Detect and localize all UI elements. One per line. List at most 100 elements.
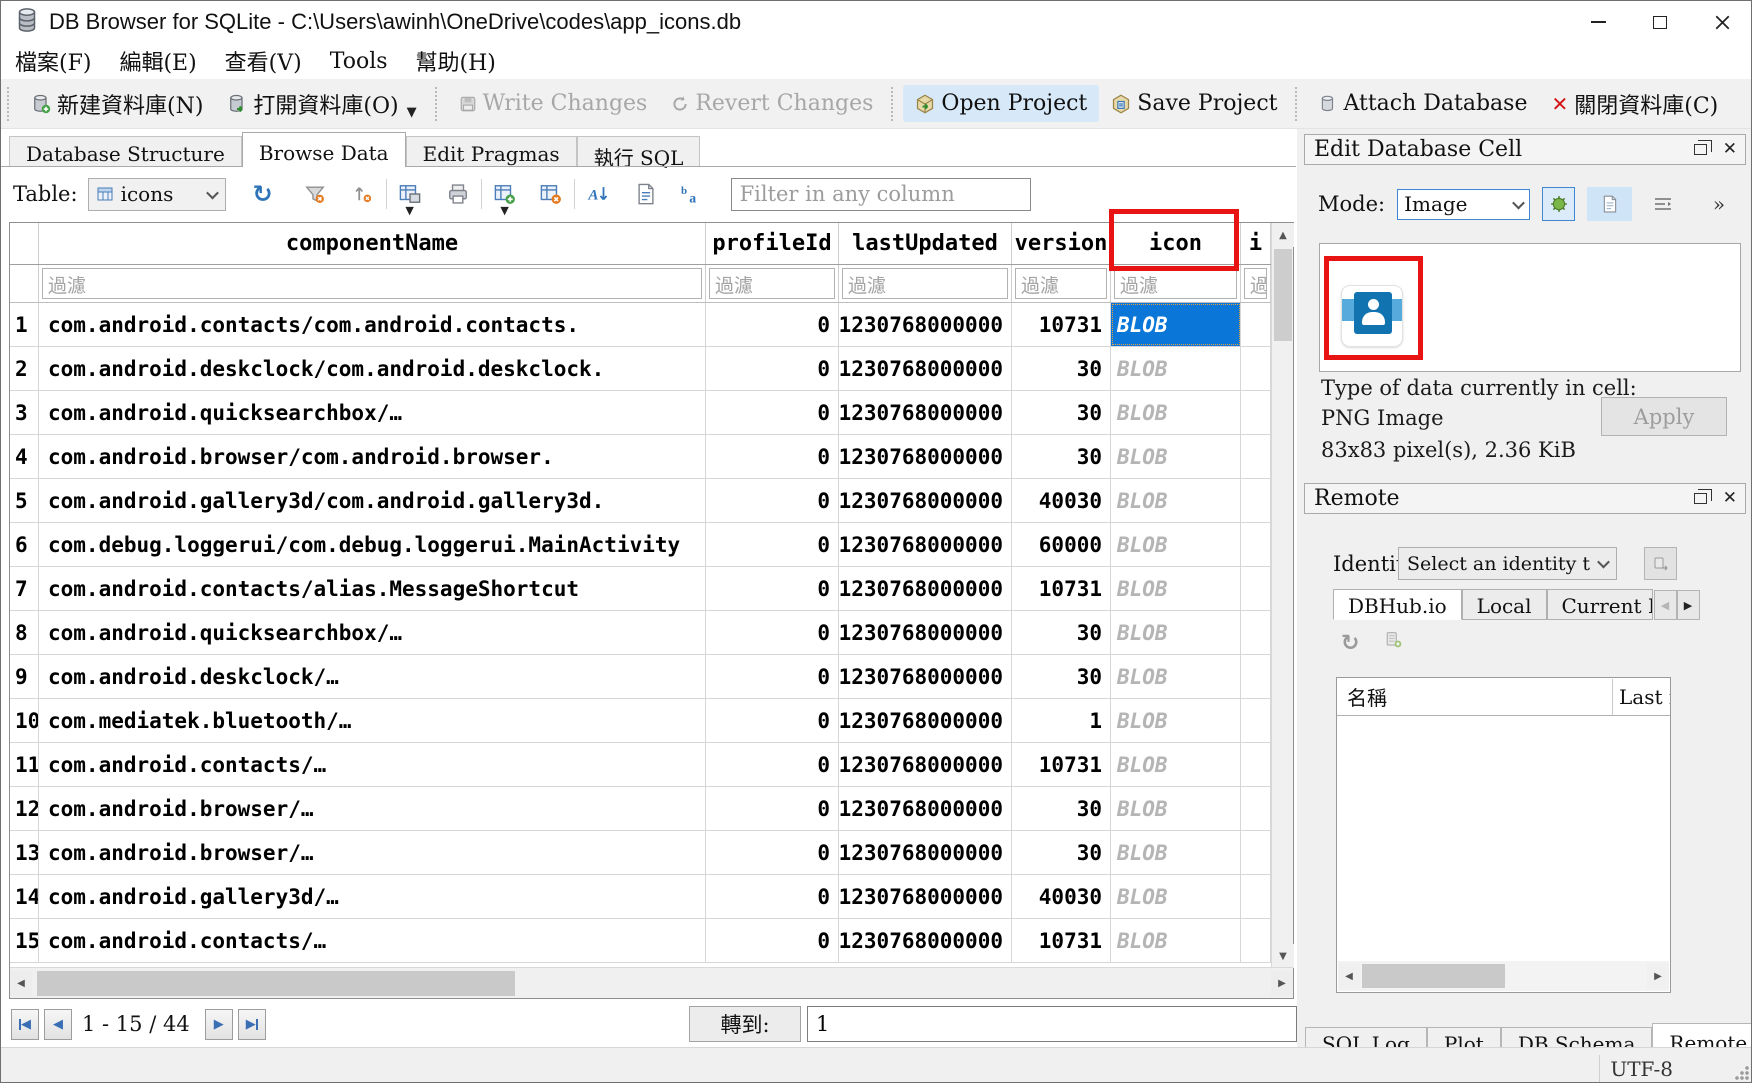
goto-button[interactable]: 轉到: [689,1006,801,1042]
cell-clipped[interactable] [1241,655,1271,698]
text-mode-button[interactable] [1587,187,1632,221]
cell-profileId[interactable]: 0 [706,347,839,390]
column-header-lastUpdated[interactable]: lastUpdated [839,223,1012,264]
clear-sorting-button[interactable] [348,179,378,209]
cell-clipped[interactable] [1241,875,1271,918]
cell-componentName[interactable]: com.debug.loggerui/com.debug.loggerui.Ma… [39,523,706,566]
maximize-button[interactable] [1629,1,1691,43]
cell-componentName[interactable]: com.android.contacts/… [39,919,706,962]
add-database-icon[interactable] [1385,631,1403,649]
cell-clipped[interactable] [1241,435,1271,478]
scroll-left-icon[interactable]: ◀ [10,971,32,996]
overflow-menu-button[interactable]: » [1706,187,1732,221]
cell-icon-blob[interactable]: BLOB [1111,611,1241,654]
cell-lastUpdated[interactable]: 1230768000000 [839,831,1012,874]
resize-grip[interactable] [1735,1066,1749,1080]
column-header-i[interactable]: i [1241,223,1271,264]
edit-cell-doc-button[interactable] [631,179,661,209]
open-project-button[interactable]: Open Project [903,85,1099,122]
cell-profileId[interactable]: 0 [706,523,839,566]
cell-componentName[interactable]: com.android.contacts/com.android.contact… [39,303,706,346]
refresh-button[interactable]: ↻ [248,179,278,209]
insert-record-button[interactable]: ▼ [490,179,520,209]
cell-version[interactable]: 10731 [1012,567,1111,610]
cell-profileId[interactable]: 0 [706,875,839,918]
cell-icon-blob[interactable]: BLOB [1111,699,1241,742]
cell-componentName[interactable]: com.android.browser/com.android.browser. [39,435,706,478]
encoding-indicator[interactable]: UTF-8 [1599,1055,1683,1083]
cell-icon-blob[interactable]: BLOB [1111,743,1241,786]
mode-select[interactable]: Image [1397,189,1530,220]
tab-scroll-right-button[interactable]: ▶ [1677,590,1700,620]
open-database-button[interactable]: 打開資料庫(O) ▼ [215,82,428,126]
cell-componentName[interactable]: com.mediatek.bluetooth/… [39,699,706,742]
horizontal-scrollbar[interactable]: ◀ ▶ [10,967,1293,998]
goto-record-input[interactable] [807,1006,1297,1042]
save-table-dropdown-icon[interactable]: ▼ [405,204,413,217]
cell-icon-blob[interactable]: BLOB [1111,391,1241,434]
cell-clipped[interactable] [1241,567,1271,610]
cell-profileId[interactable]: 0 [706,787,839,830]
menu-item-e[interactable]: 編輯(E) [105,43,210,79]
save-table-button[interactable]: ▼ [395,179,425,209]
scroll-up-icon[interactable]: ▲ [1272,223,1294,247]
cell-version[interactable]: 30 [1012,831,1111,874]
cell-lastUpdated[interactable]: 1230768000000 [839,523,1012,566]
cell-lastUpdated[interactable]: 1230768000000 [839,875,1012,918]
remote-horizontal-scrollbar[interactable]: ◀ ▶ [1338,961,1669,991]
cell-componentName[interactable]: com.android.contacts/alias.MessageShortc… [39,567,706,610]
tab-edit-pragmas[interactable]: Edit Pragmas [406,136,577,167]
revert-changes-button[interactable]: Revert Changes [659,85,885,122]
cell-lastUpdated[interactable]: 1230768000000 [839,655,1012,698]
cell-version[interactable]: 30 [1012,347,1111,390]
cell-icon-blob[interactable]: BLOB [1111,347,1241,390]
cell-componentName[interactable]: com.android.quicksearchbox/… [39,391,706,434]
minimize-button[interactable] [1567,1,1629,43]
cell-componentName[interactable]: com.android.gallery3d/… [39,875,706,918]
cell-clipped[interactable] [1241,391,1271,434]
cell-lastUpdated[interactable]: 1230768000000 [839,919,1012,962]
filter-cell-componentName[interactable]: 過濾 [39,265,706,302]
filter-cell-profileId[interactable]: 過濾 [706,265,839,302]
tab-browse-data[interactable]: Browse Data [242,132,406,167]
cell-lastUpdated[interactable]: 1230768000000 [839,391,1012,434]
cell-lastUpdated[interactable]: 1230768000000 [839,435,1012,478]
cell-profileId[interactable]: 0 [706,919,839,962]
remote-tab-local[interactable]: Local [1462,589,1547,620]
cell-version[interactable]: 10731 [1012,303,1111,346]
cell-version[interactable]: 40030 [1012,875,1111,918]
menu-item-h[interactable]: 幫助(H) [402,43,510,79]
refresh-icon[interactable]: ↻ [1341,631,1359,656]
identity-select[interactable]: Select an identity to conne [1398,547,1617,580]
column-header-version[interactable]: version [1012,223,1111,264]
print-button[interactable] [443,179,473,209]
tab-database-structure[interactable]: Database Structure [9,136,242,167]
scroll-right-icon[interactable]: ▶ [1271,971,1293,996]
cell-profileId[interactable]: 0 [706,655,839,698]
cell-clipped[interactable] [1241,611,1271,654]
cell-componentName[interactable]: com.android.quicksearchbox/… [39,611,706,654]
cell-clipped[interactable] [1241,479,1271,522]
scroll-down-icon[interactable]: ▼ [1272,944,1294,968]
new-database-button[interactable]: 新建資料庫(N) [19,82,215,126]
cell-lastUpdated[interactable]: 1230768000000 [839,787,1012,830]
prev-page-button[interactable]: ◀ [44,1009,72,1040]
cell-lastUpdated[interactable]: 1230768000000 [839,567,1012,610]
cell-clipped[interactable] [1241,303,1271,346]
cell-clipped[interactable] [1241,347,1271,390]
column-header-componentName[interactable]: componentName [39,223,706,264]
filter-input-profileId[interactable]: 過濾 [709,268,835,299]
column-header-profileId[interactable]: profileId [706,223,839,264]
cell-profileId[interactable]: 0 [706,743,839,786]
cell-version[interactable]: 30 [1012,435,1111,478]
cell-componentName[interactable]: com.android.browser/… [39,831,706,874]
remote-tab-dbhubio[interactable]: DBHub.io [1333,589,1462,620]
cell-clipped[interactable] [1241,743,1271,786]
cell-version[interactable]: 30 [1012,391,1111,434]
filter-input-icon[interactable]: 過濾 [1114,268,1237,299]
cell-version[interactable]: 10731 [1012,919,1111,962]
cell-version[interactable]: 10731 [1012,743,1111,786]
cell-icon-blob[interactable]: BLOB [1111,479,1241,522]
tab-scroll-left-button[interactable]: ◀ [1654,590,1677,620]
menu-item-tools[interactable]: Tools [316,47,402,76]
